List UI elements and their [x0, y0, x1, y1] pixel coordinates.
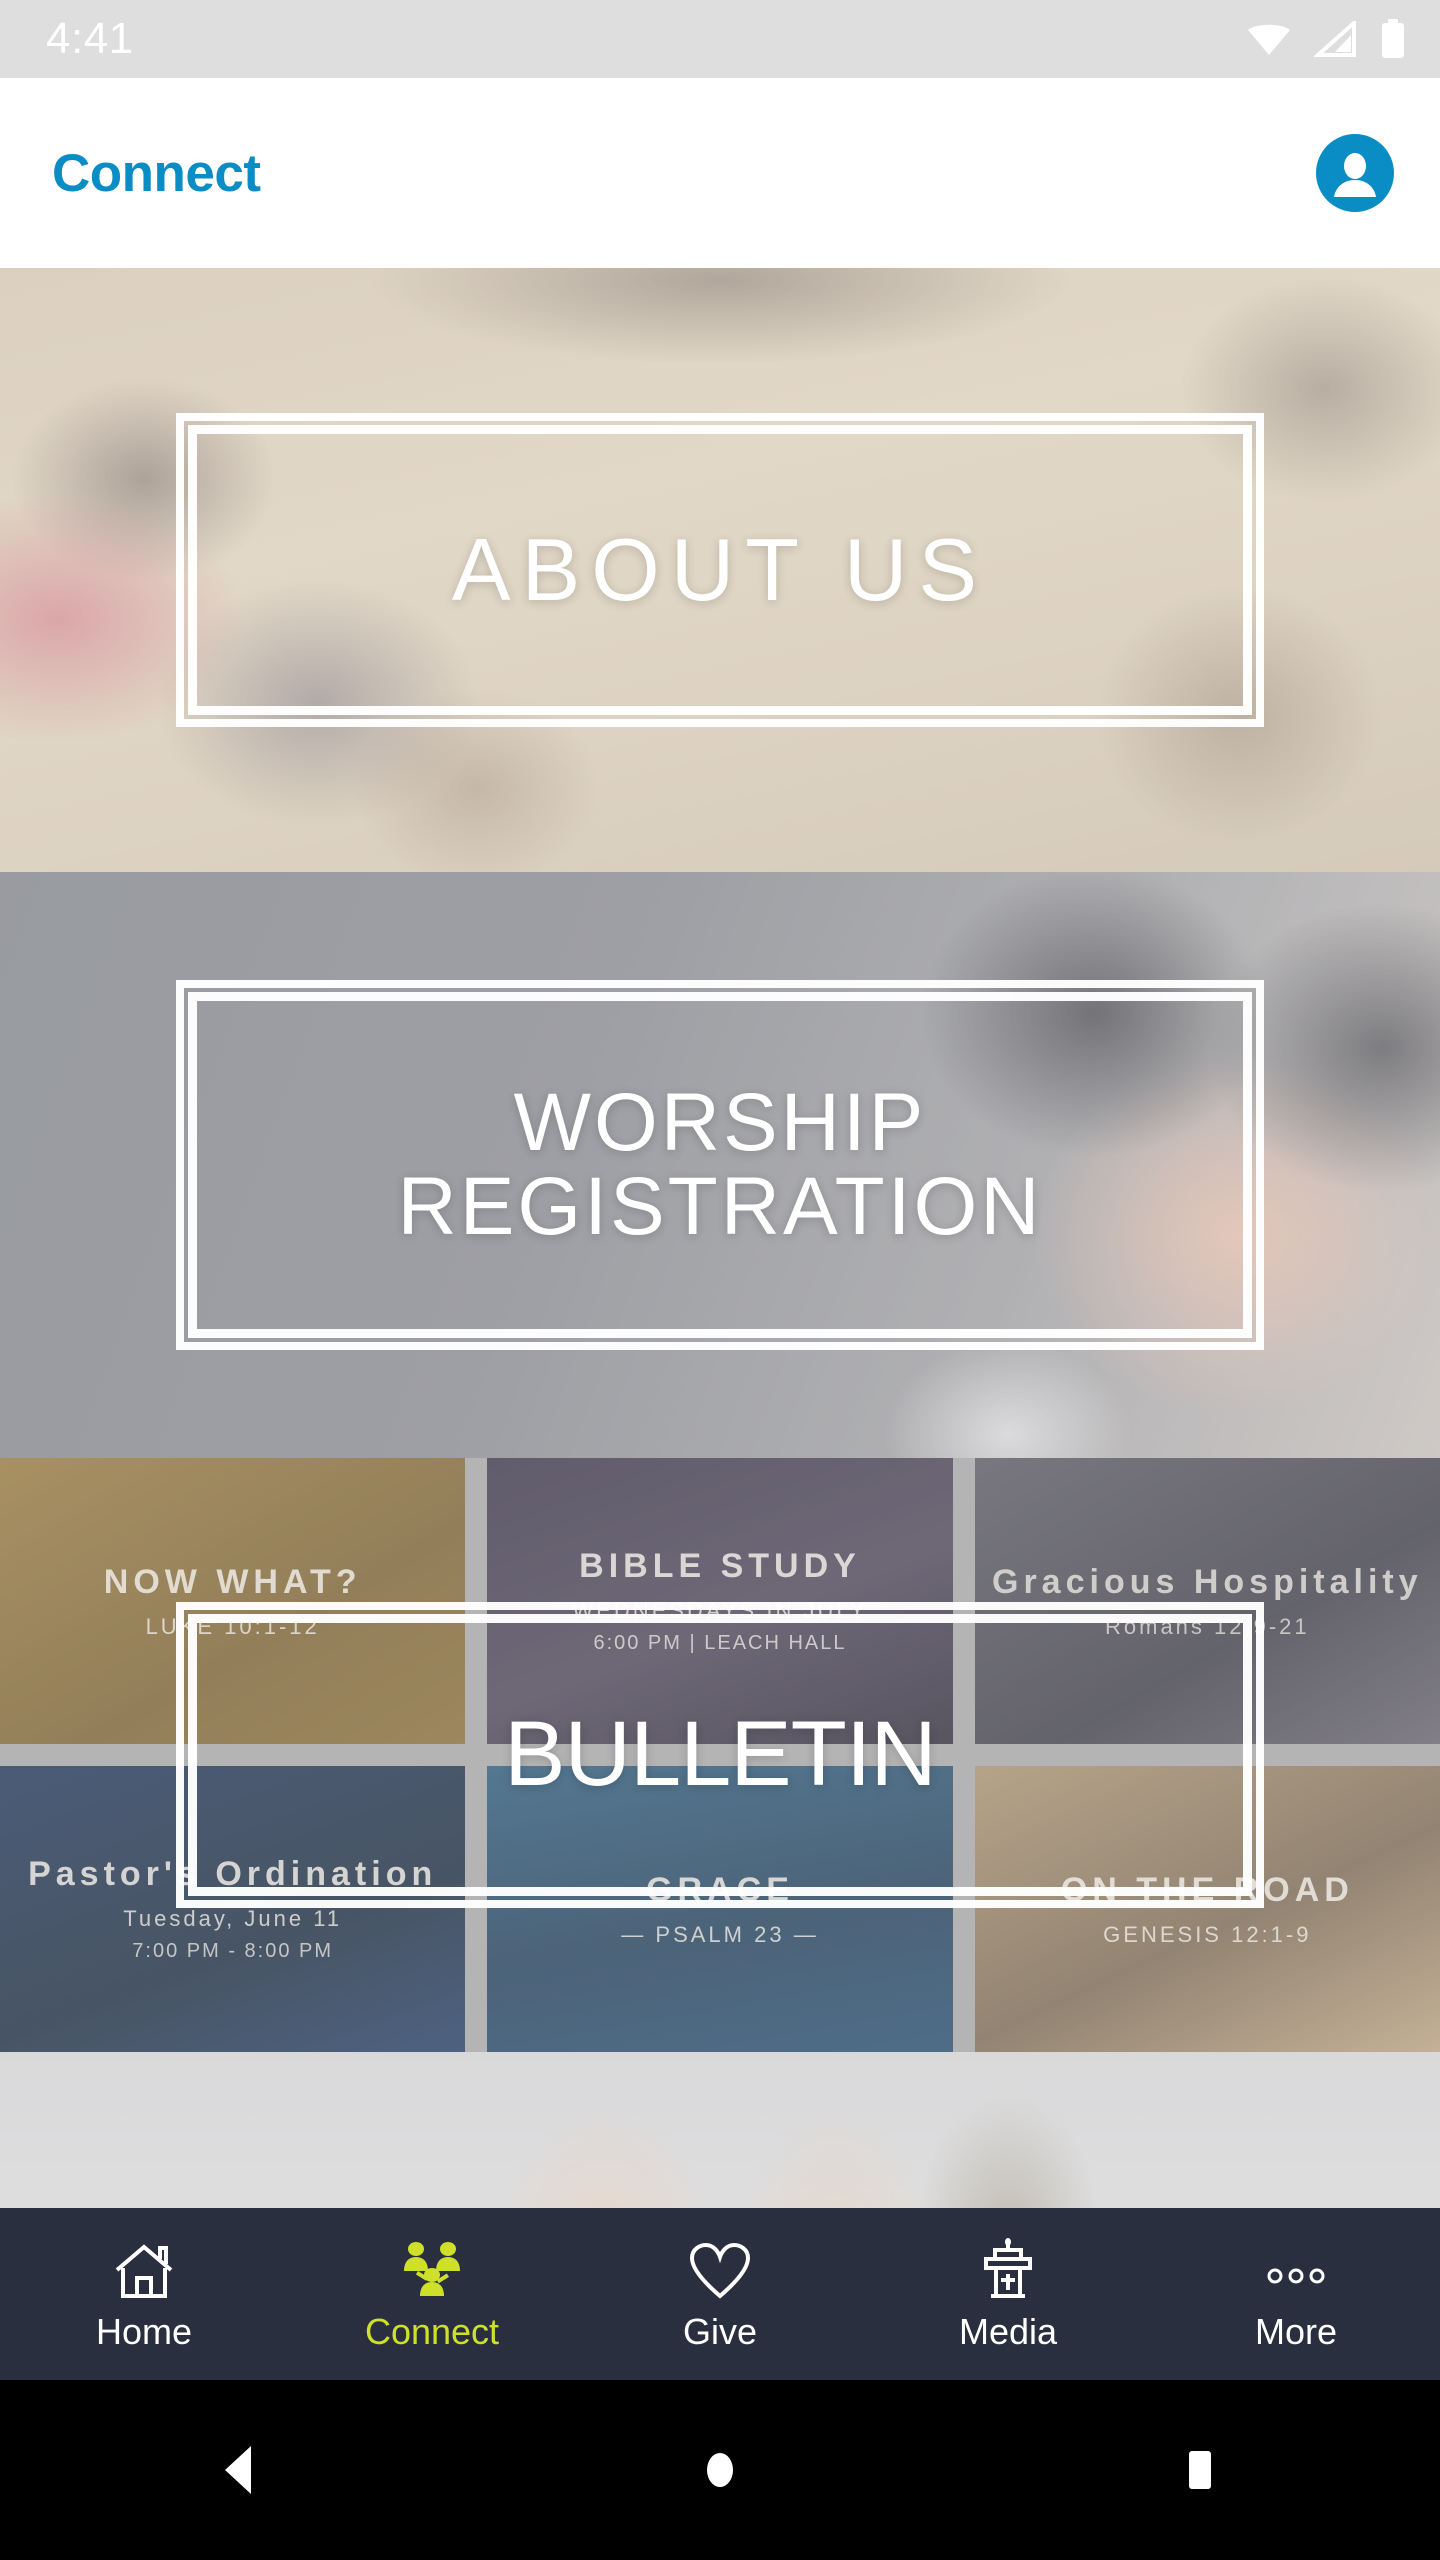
- card-frame: BULLETIN: [176, 1602, 1264, 1908]
- wifi-icon: [1246, 21, 1292, 57]
- back-button[interactable]: [160, 2380, 320, 2560]
- card-label-line-2: REGISTRATION: [397, 1161, 1043, 1252]
- battery-icon: [1380, 19, 1406, 59]
- tab-label: Give: [682, 2311, 758, 2352]
- cellular-signal-icon: [1314, 21, 1358, 57]
- bottom-tab-bar: Home Connect Give Media More: [0, 2208, 1440, 2380]
- tab-more[interactable]: More: [1152, 2208, 1440, 2380]
- status-bar: 4:41: [0, 0, 1440, 78]
- tab-give[interactable]: Give: [576, 2208, 864, 2380]
- status-time: 4:41: [46, 14, 134, 63]
- card-worship-registration[interactable]: WORSHIP REGISTRATION: [0, 872, 1440, 1458]
- recents-button[interactable]: [1120, 2380, 1280, 2560]
- status-icons: [1246, 19, 1406, 59]
- card-frame: ABOUT US: [176, 413, 1264, 727]
- android-navigation-bar: [0, 2380, 1440, 2560]
- card-bulletin[interactable]: NOW WHAT? LUKE 10:1-12 BIBLE STUDY WEDNE…: [0, 1458, 1440, 2052]
- tab-media[interactable]: Media: [864, 2208, 1152, 2380]
- home-button[interactable]: [640, 2380, 800, 2560]
- pulpit-icon: [979, 2238, 1037, 2300]
- more-dots-icon: [1263, 2238, 1329, 2300]
- page-title: Connect: [52, 143, 261, 203]
- card-label: BULLETIN: [504, 1703, 937, 1806]
- card-label: ABOUT US: [451, 520, 989, 620]
- heart-icon: [689, 2238, 751, 2300]
- account-circle-icon[interactable]: [1316, 134, 1394, 212]
- card-label-line-1: WORSHIP: [513, 1077, 927, 1169]
- card-label: WORSHIP REGISTRATION: [398, 1081, 1043, 1248]
- card-about-us[interactable]: ABOUT US: [0, 268, 1440, 872]
- card-list[interactable]: ABOUT US WORSHIP REGISTRATION NOW WHAT? …: [0, 268, 1440, 2208]
- home-icon: [113, 2238, 175, 2300]
- card-partial-next[interactable]: [0, 2052, 1440, 2208]
- tab-label: Connect: [364, 2311, 500, 2352]
- card-overlay: [0, 2052, 1440, 2208]
- tab-label: Home: [95, 2311, 193, 2352]
- tab-label: Media: [958, 2311, 1058, 2352]
- tab-connect[interactable]: Connect: [288, 2208, 576, 2380]
- card-frame: WORSHIP REGISTRATION: [176, 980, 1264, 1350]
- app-screen: 4:41 Connect ABOUT US WORSHIP REGISTRATI…: [0, 0, 1440, 2560]
- app-bar: Connect: [0, 78, 1440, 268]
- people-group-icon: [399, 2238, 465, 2300]
- tab-label: More: [1254, 2311, 1338, 2352]
- tab-home[interactable]: Home: [0, 2208, 288, 2380]
